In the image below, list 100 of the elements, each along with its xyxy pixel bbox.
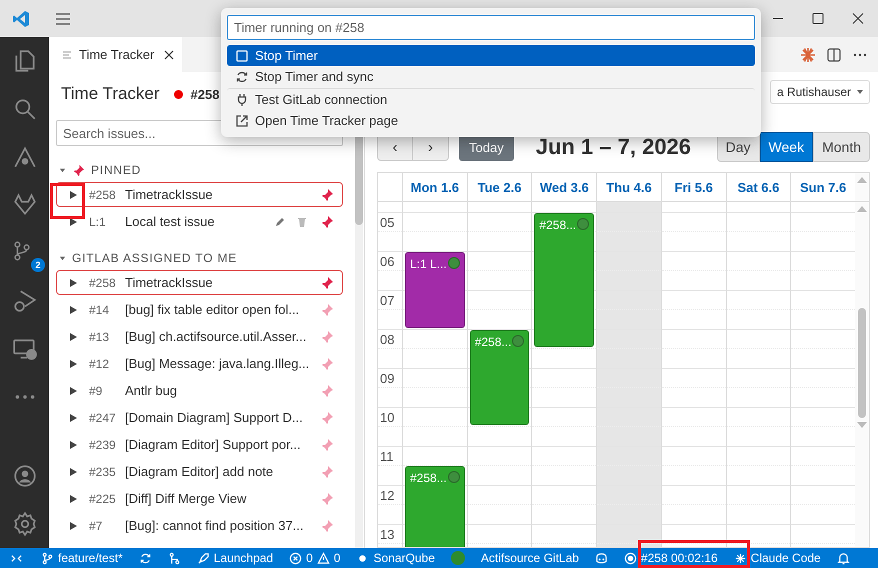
command-input[interactable]: Timer running on #258 [227,15,755,40]
launchpad-status[interactable]: Launchpad [214,551,274,565]
hour-label: 13 [379,526,396,542]
pin-icon[interactable] [320,214,334,228]
account-icon[interactable] [12,463,38,489]
highlight-frame [50,183,85,219]
sync-icon[interactable] [138,552,152,564]
external-link-icon [235,114,249,128]
event-label: #258... [474,334,512,349]
sync-icon [235,70,249,84]
pencil-icon[interactable] [274,216,286,228]
rocket-icon[interactable] [196,552,210,564]
peak-icon[interactable] [12,144,38,170]
issue-title: [Bug] ch.actifsource.util.Asser... [125,329,308,344]
issue-id: #239 [89,438,117,452]
scrollbar-thumb[interactable] [858,308,866,418]
menu-icon[interactable] [56,12,70,24]
robot-icon[interactable] [594,552,608,564]
event-label: #258... [410,471,448,486]
issue-id: #9 [89,384,104,398]
command-item[interactable]: Test GitLab connection [227,88,755,110]
issue-row[interactable]: #258 TimetrackIssue [56,182,343,207]
editor-tab[interactable]: Time Tracker [49,37,182,72]
view-button[interactable]: Week [760,132,814,162]
status-dot [512,334,524,347]
status-dot [448,256,460,269]
expand-icon[interactable] [69,386,78,396]
settings-icon[interactable] [12,511,38,537]
asterisk-icon[interactable] [800,46,816,62]
issue-row[interactable]: #235 [Diagram Editor] add note [56,459,343,484]
expand-icon[interactable] [69,494,78,504]
issue-title: [Bug]: cannot find position 37... [125,518,305,533]
split-editor-icon[interactable] [826,46,842,62]
caret-icon[interactable] [59,166,66,174]
expand-icon[interactable] [69,304,78,314]
group-header: PINNED [91,163,142,177]
issue-title: TimetrackIssue [125,275,214,290]
group-header: GITLAB ASSIGNED TO ME [72,251,238,265]
bell-icon[interactable] [836,552,850,564]
issue-row[interactable]: #247 [Domain Diagram] Support D... [56,405,343,430]
issue-id: #258 [89,276,117,290]
count-badge: 2 [31,258,45,272]
expand-icon[interactable] [69,332,78,342]
issue-row[interactable]: #9 Antlr bug [56,378,343,403]
pin-icon [72,164,85,176]
claude-status[interactable]: Claude Code [750,551,821,565]
gitlab-status[interactable]: Actifsource GitLab [480,551,579,565]
run-debug-icon[interactable] [12,288,38,314]
app-logo [12,10,30,28]
plug-icon [235,92,249,106]
panel-title: Time Tracker [61,84,160,104]
issue-row[interactable]: #12 [Bug] Message: java.lang.Illeg... [56,351,343,376]
issue-row[interactable]: #13 [Bug] ch.actifsource.util.Asser... [56,324,343,349]
hour-label: 09 [379,370,396,386]
expand-icon[interactable] [69,440,78,450]
hour-label: 05 [379,214,396,230]
issue-row[interactable]: #14 [bug] fix table editor open fol... [56,297,343,322]
branch-name[interactable]: feature/test* [58,551,123,565]
event-label: #258... [539,218,578,232]
view-button[interactable]: Month [813,132,870,162]
issue-id: L:1 [89,214,107,228]
day-header: Thu 4.6 [596,173,661,201]
expand-icon[interactable] [69,278,78,288]
expand-icon[interactable] [69,412,78,422]
issue-row[interactable]: #7 [Bug]: cannot find position 37... [56,513,343,538]
sonarqube-status[interactable]: SonarQube [373,551,435,565]
issue-id: #12 [89,356,110,370]
expand-icon[interactable] [69,466,78,476]
status-dot [450,551,465,565]
pin-icon[interactable] [320,276,334,290]
expand-icon[interactable] [69,358,78,368]
calendar-event[interactable]: L:1 L... [405,252,465,328]
issue-row[interactable]: #225 [Diff] Diff Merge View [56,486,343,511]
timer-status[interactable]: #258 00:02:16 [640,551,718,565]
expand-icon[interactable] [69,520,78,530]
warning-icon[interactable] [316,552,330,564]
caret-icon[interactable] [59,254,66,262]
expand-icon[interactable] [69,216,78,226]
day-header: Fri 5.6 [660,173,726,201]
close-icon[interactable] [164,50,174,60]
issue-row[interactable]: #258 TimetrackIssue [56,270,343,295]
warning-count[interactable]: 0 [334,551,340,565]
issue-id: #258 [89,188,117,202]
pin-icon[interactable] [320,188,334,202]
day-header: Tue 2.6 [466,173,532,201]
command-item[interactable]: Stop Timer and sync [227,66,755,87]
issue-row[interactable]: #239 [Diagram Editor] Support por... [56,432,343,457]
graph-icon[interactable] [168,552,181,564]
square-icon [235,48,249,62]
issue-row[interactable]: L:1 Local test issue [56,209,343,234]
error-count[interactable]: 0 [306,551,313,565]
user-dropdown[interactable]: a Rutishauser [770,80,870,104]
hour-label: 10 [379,410,396,425]
error-icon[interactable] [289,552,302,564]
record-icon[interactable] [624,552,637,564]
branch-icon[interactable] [41,552,54,564]
command-item[interactable]: Stop Timer [227,45,755,66]
issue-title: [Diff] Diff Merge View [125,491,248,506]
recording-dot [174,90,183,98]
expand-icon[interactable] [69,190,78,200]
